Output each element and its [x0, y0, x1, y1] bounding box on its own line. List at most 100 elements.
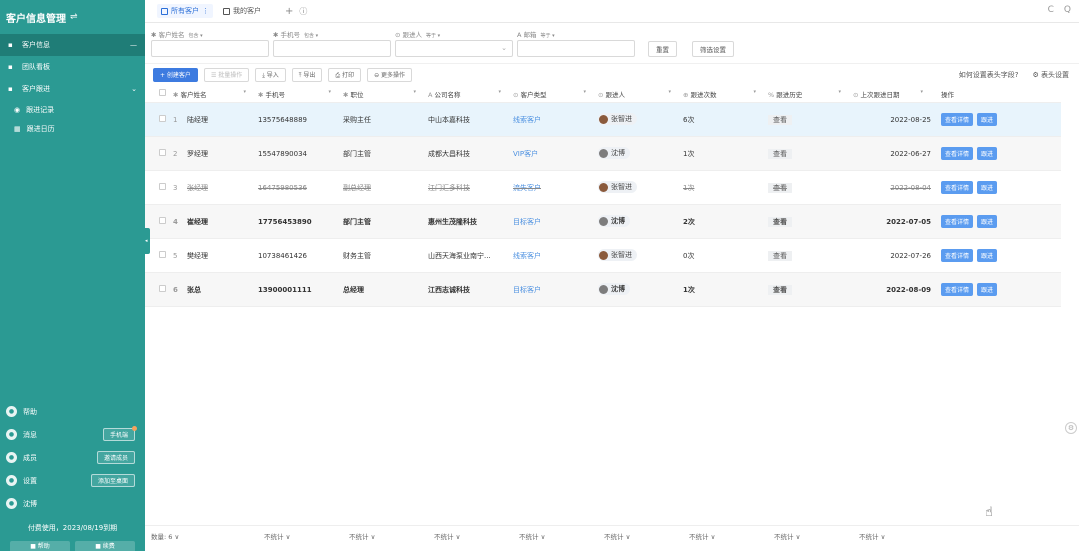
view-details-button[interactable]: 查看详情: [941, 283, 974, 296]
follow-up-button[interactable]: 跟进: [977, 113, 998, 126]
table-row[interactable]: 6 张总 13900001111 总经理 江西志诚科技 目标客户 沈博 1次 查看 2022-08…: [145, 273, 1061, 307]
follow-up-button[interactable]: 跟进: [977, 147, 998, 160]
follower-tag[interactable]: 沈博: [598, 215, 630, 228]
customer-type-link[interactable]: 目标客户: [513, 286, 541, 294]
customer-type-link[interactable]: 线索客户: [513, 116, 541, 124]
follow-up-button[interactable]: 跟进: [977, 215, 998, 228]
row-checkbox[interactable]: [159, 183, 166, 190]
view-details-button[interactable]: 查看详情: [941, 181, 974, 194]
export-button[interactable]: ⤒ 导出: [291, 67, 323, 82]
follow-up-button[interactable]: 跟进: [977, 181, 998, 194]
follow-up-button[interactable]: 跟进: [977, 283, 998, 296]
gear-icon[interactable]: ⚙: [1065, 422, 1077, 434]
follower-tag[interactable]: 沈博: [598, 283, 630, 296]
sidebar-bottom-item-3[interactable]: ● 设置 添加至桌面: [0, 469, 145, 492]
print-button[interactable]: ⎙ 打印: [328, 67, 362, 82]
column-stat-selector[interactable]: 不统计 ∨: [349, 531, 434, 541]
tab-1[interactable]: 我的客户: [219, 4, 265, 18]
view-details-button[interactable]: 查看详情: [941, 249, 974, 262]
sidebar-bottom-button-1[interactable]: ■ 续费: [75, 541, 135, 551]
create-customer-button[interactable]: + 创建客户: [153, 67, 198, 82]
tab-0[interactable]: 所有客户 ⋮: [157, 4, 213, 18]
follower-tag[interactable]: 张智进: [598, 113, 637, 126]
sidebar-bottom-item-0[interactable]: ● 帮助: [0, 400, 145, 423]
sidebar-item-2[interactable]: ▪ 客户跟进 ⌄: [0, 78, 145, 100]
column-header-9[interactable]: 操作: [941, 89, 1021, 99]
sort-caret-icon[interactable]: ▾: [753, 89, 756, 95]
info-icon[interactable]: ⓘ: [299, 6, 307, 17]
row-checkbox[interactable]: [159, 115, 166, 122]
sidebar-item-extra-icon[interactable]: —: [130, 41, 137, 49]
filter-email-input[interactable]: [517, 40, 635, 57]
column-header-0[interactable]: ✱ 客户姓名 ▾: [173, 89, 258, 99]
follower-tag[interactable]: 张智进: [598, 181, 637, 194]
column-header-5[interactable]: ⊙ 跟进人 ▾: [598, 89, 683, 99]
sidebar-pill-button[interactable]: 邀请成员: [96, 451, 135, 464]
view-history-button[interactable]: 查看: [768, 182, 792, 193]
view-details-button[interactable]: 查看详情: [941, 113, 974, 126]
row-checkbox[interactable]: [159, 285, 166, 292]
view-details-button[interactable]: 查看详情: [941, 215, 974, 228]
sidebar-item-0[interactable]: ▪ 客户信息 —: [0, 34, 145, 56]
search-icon[interactable]: Q: [1064, 5, 1071, 15]
column-header-6[interactable]: ⊕ 跟进次数 ▾: [683, 89, 768, 99]
sidebar-pill-button[interactable]: 添加至桌面: [90, 474, 135, 487]
sidebar-bottom-item-4[interactable]: ● 沈博: [0, 492, 145, 515]
view-history-button[interactable]: 查看: [768, 250, 792, 261]
customer-type-link[interactable]: 线索客户: [513, 252, 541, 260]
follow-up-button[interactable]: 跟进: [977, 249, 998, 262]
customer-type-link[interactable]: VIP客户: [513, 150, 538, 158]
column-settings-button[interactable]: ⚙ 表头设置: [1032, 70, 1069, 80]
row-checkbox[interactable]: [159, 217, 166, 224]
sort-caret-icon[interactable]: ▾: [413, 89, 416, 95]
select-all-checkbox[interactable]: [145, 89, 173, 98]
view-details-button[interactable]: 查看详情: [941, 147, 974, 160]
sort-caret-icon[interactable]: ▾: [838, 89, 841, 95]
column-header-3[interactable]: A 公司名称 ▾: [428, 89, 513, 99]
sort-caret-icon[interactable]: ▾: [328, 89, 331, 95]
add-tab-icon[interactable]: +: [285, 6, 293, 17]
column-stat-selector[interactable]: 不统计 ∨: [604, 531, 689, 541]
view-history-button[interactable]: 查看: [768, 114, 792, 125]
column-header-7[interactable]: % 跟进历史 ▾: [768, 89, 853, 99]
batch-operation-button[interactable]: ☰ 批量操作: [203, 67, 250, 82]
view-history-button[interactable]: 查看: [768, 284, 792, 295]
column-stat-selector[interactable]: 不统计 ∨: [774, 531, 859, 541]
sort-caret-icon[interactable]: ▾: [498, 89, 501, 95]
reset-button[interactable]: 重置: [648, 41, 677, 57]
sidebar-subitem-1[interactable]: ▦ 跟进日历: [0, 119, 145, 138]
sort-caret-icon[interactable]: ▾: [668, 89, 671, 95]
column-header-8[interactable]: ⊙ 上次跟进日期 ▾: [853, 89, 941, 99]
column-header-1[interactable]: ✱ 手机号 ▾: [258, 89, 343, 99]
customer-type-link[interactable]: 流失客户: [513, 184, 541, 192]
sidebar-bottom-button-0[interactable]: ■ 帮助: [10, 541, 70, 551]
column-stat-selector[interactable]: 不统计 ∨: [264, 531, 349, 541]
row-checkbox[interactable]: [159, 149, 166, 156]
tab-more-icon[interactable]: ⋮: [202, 7, 209, 15]
row-count-stat[interactable]: 数量: 6 ∨: [151, 531, 264, 541]
row-checkbox[interactable]: [159, 251, 166, 258]
checkbox[interactable]: [159, 89, 166, 96]
refresh-icon[interactable]: C: [1048, 5, 1054, 15]
header-help-link[interactable]: 如何设置表头字段?: [959, 70, 1019, 80]
collapse-sidebar-handle[interactable]: ◂: [145, 228, 150, 254]
table-row[interactable]: 1 陆经理 13575648889 采购主任 中山本嘉科技 线索客户 张智进 6次 查看 2022…: [145, 103, 1061, 137]
column-header-2[interactable]: ✱ 职位 ▾: [343, 89, 428, 99]
customer-type-link[interactable]: 目标客户: [513, 218, 541, 226]
column-stat-selector[interactable]: 不统计 ∨: [434, 531, 519, 541]
sidebar-subitem-0[interactable]: ◉ 跟进记录: [0, 100, 145, 119]
sidebar-bottom-item-2[interactable]: ● 成员 邀请成员: [0, 446, 145, 469]
sort-caret-icon[interactable]: ▾: [583, 89, 586, 95]
column-stat-selector[interactable]: 不统计 ∨: [859, 531, 944, 541]
column-stat-selector[interactable]: 不统计 ∨: [689, 531, 774, 541]
sidebar-toggle-icon[interactable]: ⇌: [70, 12, 78, 22]
sidebar-item-extra-icon[interactable]: ⌄: [131, 85, 137, 93]
sort-caret-icon[interactable]: ▾: [243, 89, 246, 95]
sidebar-bottom-item-1[interactable]: ● 消息 手机端: [0, 423, 145, 446]
filter-settings-button[interactable]: 筛选设置: [692, 41, 734, 57]
sidebar-pill-button[interactable]: 手机端: [102, 426, 137, 441]
follower-tag[interactable]: 沈博: [598, 147, 630, 160]
view-history-button[interactable]: 查看: [768, 216, 792, 227]
more-actions-button[interactable]: ⊖ 更多操作: [367, 67, 413, 82]
view-history-button[interactable]: 查看: [768, 148, 792, 159]
